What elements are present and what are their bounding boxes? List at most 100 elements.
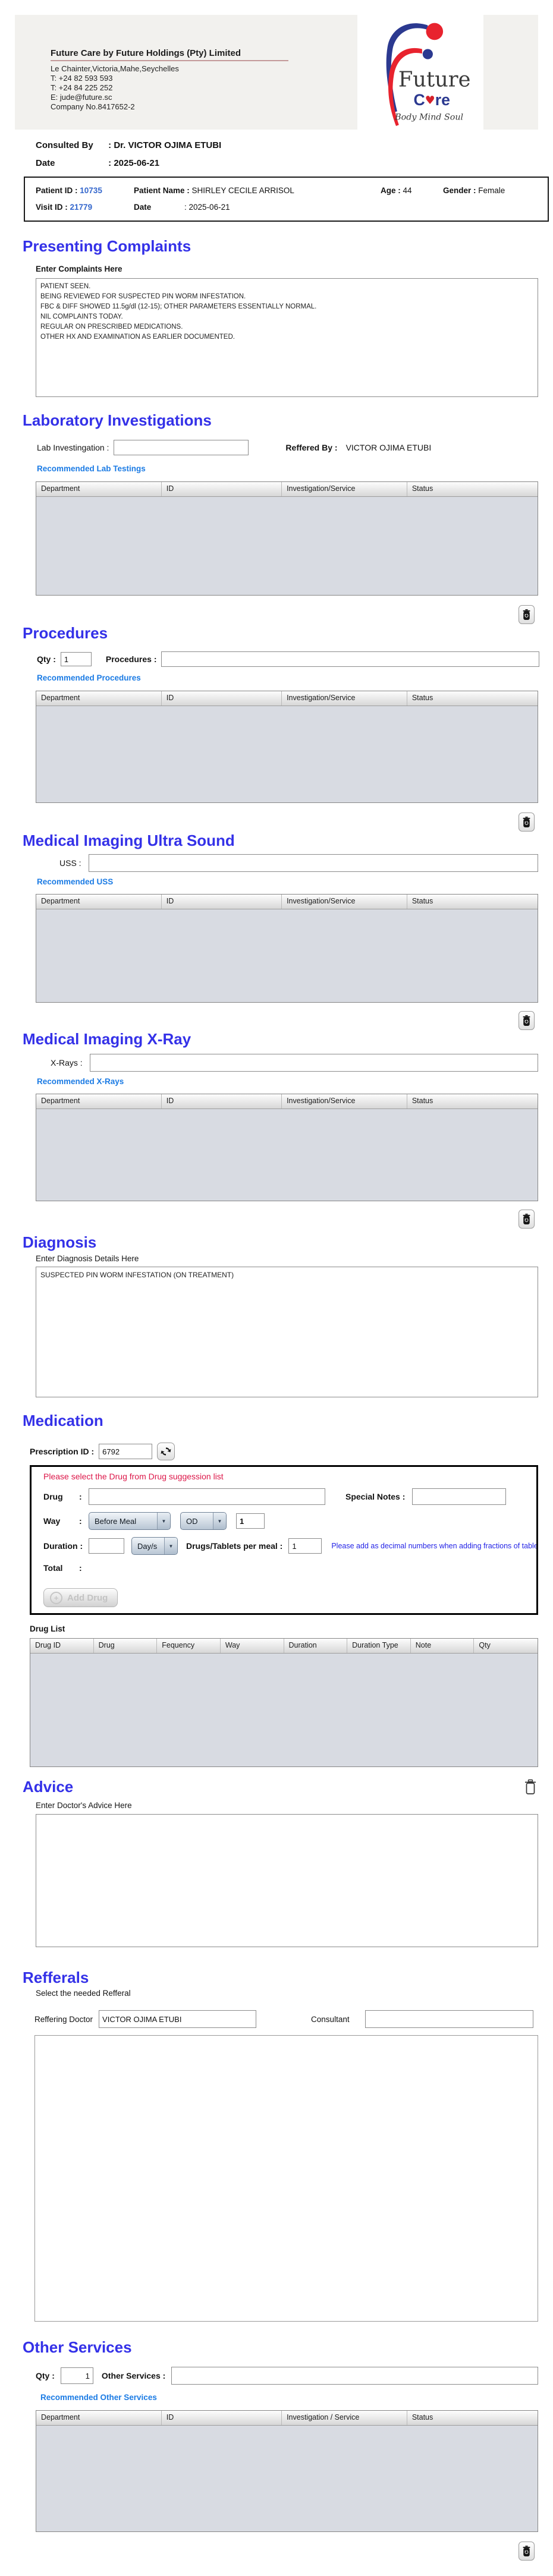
- column-header-status: Status: [411, 694, 433, 702]
- add-drug-button-label: Add Drug: [67, 1592, 108, 1603]
- drug-list-empty-body: [30, 1654, 538, 1766]
- logo-blue-dot: [422, 48, 433, 59]
- logo-care-c: C: [414, 90, 425, 108]
- other-services-table-header: Department ID Investigation / Service St…: [36, 2411, 538, 2426]
- patient-name-value: SHIRLEY CECILE ARRISOL: [191, 186, 294, 195]
- patient-info-row-1: Patient ID : 10735 Patient Name : SHIRLE…: [36, 184, 548, 197]
- heart-icon: ♥: [425, 93, 435, 106]
- duration-label: Duration :: [43, 1541, 83, 1551]
- meal-timing-value: Before Meal: [95, 1516, 137, 1526]
- delete-uss-button[interactable]: [519, 1011, 535, 1030]
- column-header-way: Way: [221, 1639, 284, 1653]
- column-header-department: Department: [36, 482, 162, 496]
- way-qty-input[interactable]: [236, 1513, 265, 1529]
- diagnosis-title: Diagnosis: [23, 1233, 97, 1251]
- xray-row: X-Rays :: [51, 1054, 538, 1072]
- drug-suggestion-note: Please select the Drug from Drug suggess…: [43, 1472, 224, 1481]
- column-header-note: Note: [411, 1639, 475, 1653]
- consultant-label: Consultant: [311, 2014, 350, 2024]
- column-header-investigation: Investigation/Service: [282, 895, 407, 909]
- recommended-uss-link: Recommended USS: [37, 877, 114, 886]
- delete-procedures-button[interactable]: [519, 813, 535, 832]
- other-services-qty-input[interactable]: [60, 2367, 93, 2384]
- consultation-date-row: Date : 2025-06-21: [36, 158, 553, 168]
- special-notes-label: Special Notes :: [345, 1492, 406, 1501]
- other-services-input[interactable]: [171, 2367, 538, 2385]
- delete-other-services-button[interactable]: [519, 2542, 535, 2561]
- duration-input[interactable]: [89, 1538, 124, 1554]
- procedures-qty-input[interactable]: [60, 652, 92, 666]
- date-value: : 2025-06-21: [108, 158, 160, 168]
- delete-lab-button[interactable]: [519, 605, 535, 624]
- add-drug-button[interactable]: + Add Drug: [43, 1588, 118, 1607]
- delete-xray-button[interactable]: [519, 1210, 535, 1229]
- visit-id-cell: Visit ID : 21779: [36, 201, 134, 214]
- duration-unit-select[interactable]: Day/s ▼: [131, 1537, 178, 1555]
- lab-investigations-title: Laboratory Investigations: [23, 411, 212, 429]
- gender-value: Female: [478, 186, 505, 195]
- drug-input[interactable]: [89, 1488, 325, 1505]
- prescription-id-input[interactable]: [99, 1444, 153, 1459]
- referring-doctor-input[interactable]: [99, 2010, 257, 2028]
- column-header-investigation: Investigation / Service: [282, 2411, 407, 2425]
- complaints-textarea[interactable]: PATIENT SEEN. BEING REVIEWED FOR SUSPECT…: [36, 278, 538, 397]
- consultation-report-page: Future Care by Future Holdings (Pty) Lim…: [0, 15, 553, 2576]
- age-cell: Age : 44: [381, 184, 443, 197]
- column-header-duration: Duration: [284, 1639, 348, 1653]
- uss-delete-row: [36, 1011, 538, 1030]
- company-rule: [51, 60, 288, 61]
- way-label: Way: [43, 1516, 61, 1526]
- consulted-by-row: Consulted By : Dr. VICTOR OJIMA ETUBI: [36, 140, 553, 150]
- referring-doctor-label: Reffering Doctor: [34, 2014, 93, 2024]
- diagnosis-textarea[interactable]: SUSPECTED PIN WORM INFESTATION (ON TREAT…: [36, 1267, 538, 1397]
- procedures-qty-label: Qty :: [37, 654, 56, 664]
- column-header-status: Status: [411, 897, 433, 905]
- visit-date-label: Date: [134, 203, 152, 212]
- consulted-by-value: : Dr. VICTOR OJIMA ETUBI: [108, 140, 222, 150]
- complaints-input-label: Enter Complaints Here: [36, 264, 122, 273]
- patient-id-cell: Patient ID : 10735: [36, 184, 134, 197]
- consultant-input[interactable]: [365, 2010, 533, 2028]
- other-services-table-empty-body: [36, 2426, 538, 2531]
- lab-delete-row: [36, 605, 538, 624]
- column-header-department: Department: [36, 1094, 162, 1109]
- recommended-procedures-link: Recommended Procedures: [37, 673, 141, 682]
- trash-icon: [523, 609, 530, 620]
- per-meal-input[interactable]: [288, 1538, 322, 1554]
- column-header-duration-type: Duration Type: [347, 1639, 411, 1653]
- special-notes-input[interactable]: [412, 1488, 507, 1505]
- per-meal-label: Drugs/Tablets per meal :: [186, 1541, 283, 1551]
- column-header-department: Department: [36, 2411, 162, 2425]
- drug-list-label: Drug List: [30, 1624, 65, 1633]
- total-label: Total: [43, 1563, 63, 1573]
- xray-input[interactable]: [89, 1054, 538, 1072]
- lab-investigation-input[interactable]: [114, 440, 249, 455]
- column-header-frequency: Fequency: [157, 1639, 221, 1653]
- frequency-select[interactable]: OD ▼: [180, 1512, 227, 1530]
- procedures-delete-row: [36, 813, 538, 832]
- uss-table-header: Department ID Investigation/Service Stat…: [36, 895, 538, 909]
- chevron-down-icon: ▼: [164, 1538, 177, 1554]
- xray-delete-row: [36, 1210, 538, 1229]
- meal-timing-select[interactable]: Before Meal ▼: [89, 1512, 171, 1530]
- duration-row: Duration : Day/s ▼ Drugs/Tablets per mea…: [43, 1537, 536, 1555]
- total-row: Total :: [43, 1563, 536, 1573]
- uss-input[interactable]: [88, 854, 538, 872]
- recommended-other-services-link: Recommended Other Services: [40, 2393, 157, 2402]
- age-value: 44: [403, 186, 412, 195]
- column-header-department: Department: [36, 691, 162, 706]
- uss-table-empty-body: [36, 909, 538, 1002]
- procedures-input[interactable]: [161, 651, 539, 667]
- referrals-title: Refferals: [23, 1969, 89, 1986]
- column-header-id: ID: [162, 1094, 282, 1109]
- refresh-prescription-button[interactable]: [157, 1443, 175, 1460]
- procedures-table-header: Department ID Investigation/Service Stat…: [36, 691, 538, 706]
- column-header-status: Status: [411, 1097, 433, 1105]
- add-drug-panel: Please select the Drug from Drug suggess…: [30, 1465, 538, 1615]
- advice-textarea[interactable]: [36, 1814, 538, 1947]
- procedures-row: Qty : Procedures :: [37, 651, 539, 667]
- duration-unit-value: Day/s: [137, 1541, 158, 1551]
- delete-advice-button[interactable]: [522, 1778, 538, 1797]
- column-header-id: ID: [162, 895, 282, 909]
- visit-date-cell: Date : 2025-06-21: [134, 201, 381, 214]
